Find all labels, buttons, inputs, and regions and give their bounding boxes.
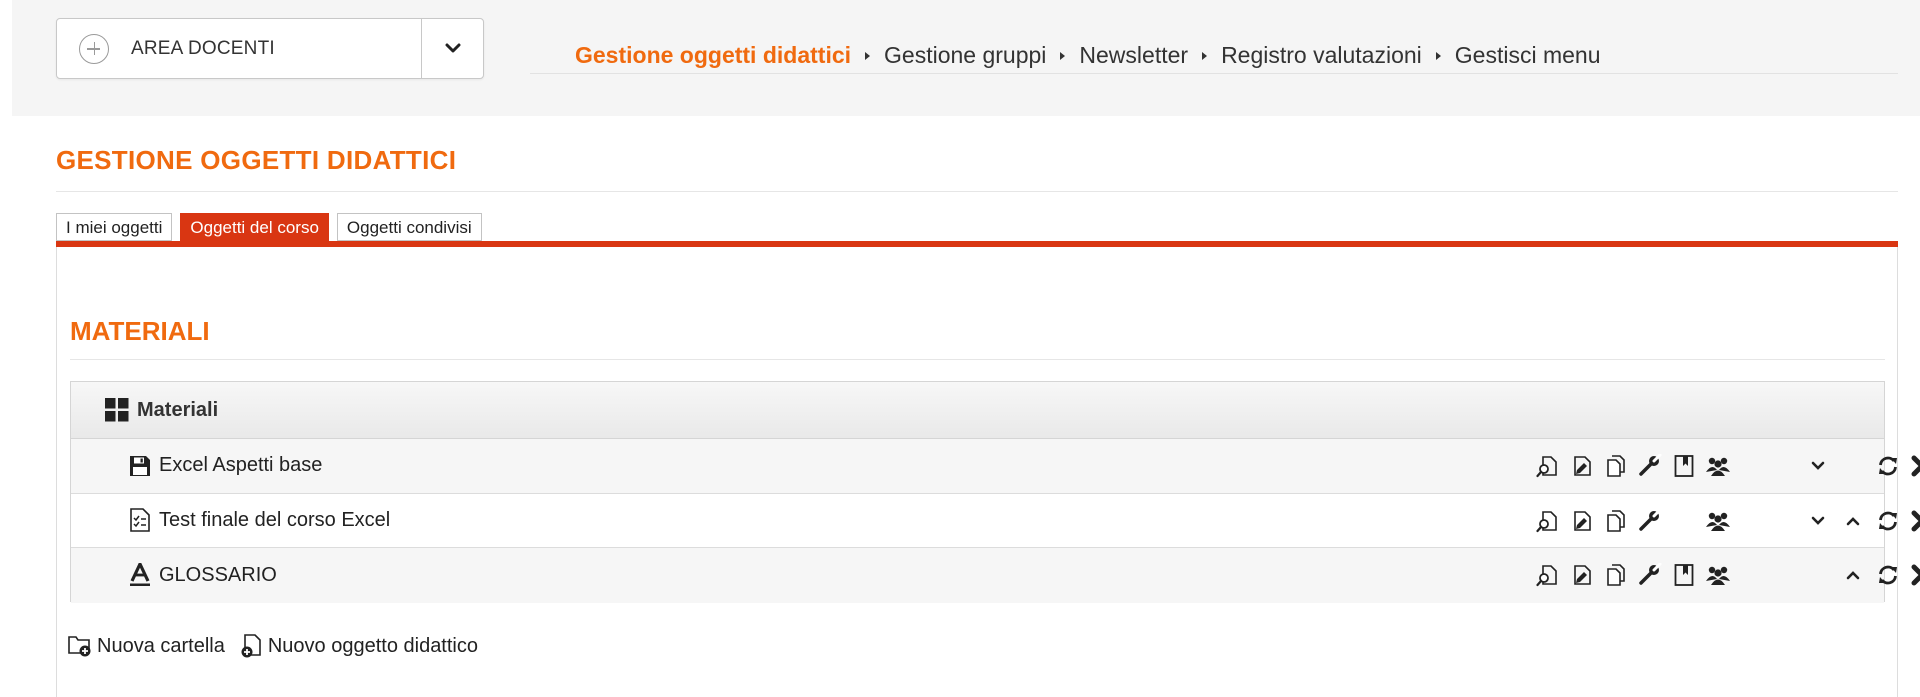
tab-i-miei-oggetti[interactable]: I miei oggetti xyxy=(56,213,173,241)
menu-newsletter[interactable]: Newsletter xyxy=(1079,42,1188,69)
move-up-icon[interactable] xyxy=(1840,508,1866,534)
edit-icon[interactable] xyxy=(1569,453,1595,479)
plus-circle-icon xyxy=(79,33,109,64)
preview-icon[interactable] xyxy=(1535,562,1561,588)
triangle-right-icon xyxy=(1060,51,1066,60)
tab-oggetti-condivisi[interactable]: Oggetti condivisi xyxy=(336,213,482,241)
menu-gestione-oggetti[interactable]: Gestione oggetti didattici xyxy=(575,42,851,69)
folder-header[interactable]: Materiali xyxy=(71,382,1884,439)
area-selector-label: AREA DOCENTI xyxy=(131,37,275,59)
section-title: MATERIALI xyxy=(70,316,210,346)
bookmark-icon[interactable] xyxy=(1671,562,1697,588)
menu-gestione-gruppi[interactable]: Gestione gruppi xyxy=(884,42,1046,69)
copy-icon[interactable] xyxy=(1603,562,1629,588)
edit-icon[interactable] xyxy=(1569,508,1595,534)
list-item: GLOSSARIO xyxy=(71,548,1920,603)
group-icon[interactable] xyxy=(1705,453,1731,479)
page-title: GESTIONE OGGETTI DIDATTICI xyxy=(56,145,457,175)
tab-oggetti-del-corso[interactable]: Oggetti del corso xyxy=(180,213,329,241)
new-object-label: Nuovo oggetto didattico xyxy=(267,634,478,657)
preview-icon[interactable] xyxy=(1535,508,1561,534)
delete-icon[interactable] xyxy=(1909,562,1920,588)
new-folder-button[interactable]: Nuova cartella xyxy=(68,634,225,658)
new-object-button[interactable]: Nuovo oggetto didattico xyxy=(239,633,478,659)
bookmark-icon[interactable] xyxy=(1671,453,1697,479)
divider xyxy=(70,359,1885,360)
refresh-icon[interactable] xyxy=(1875,562,1901,588)
preview-icon[interactable] xyxy=(1535,453,1561,479)
menu-gestisci-menu[interactable]: Gestisci menu xyxy=(1455,42,1601,69)
menu-registro-valutazioni[interactable]: Registro valutazioni xyxy=(1221,42,1422,69)
group-icon[interactable] xyxy=(1705,508,1731,534)
list-item: Excel Aspetti base xyxy=(71,439,1920,494)
new-folder-label: Nuova cartella xyxy=(97,634,225,657)
area-selector-toggle[interactable] xyxy=(421,19,483,78)
move-up-icon[interactable] xyxy=(1840,562,1866,588)
area-selector[interactable]: AREA DOCENTI xyxy=(56,18,484,79)
move-down-icon[interactable] xyxy=(1805,508,1831,534)
wrench-icon[interactable] xyxy=(1637,453,1663,479)
folder-actions: Nuova cartella Nuovo oggetto didattico xyxy=(68,633,492,659)
new-folder-icon xyxy=(68,636,91,657)
group-icon[interactable] xyxy=(1705,562,1731,588)
delete-icon[interactable] xyxy=(1909,453,1920,479)
copy-icon[interactable] xyxy=(1603,508,1629,534)
refresh-icon[interactable] xyxy=(1875,508,1901,534)
chevron-down-icon[interactable] xyxy=(1805,453,1831,479)
list-item: Test finale del corso Excel xyxy=(71,493,1920,548)
new-document-icon xyxy=(241,634,261,658)
chevron-down-icon xyxy=(445,43,460,53)
grid-icon xyxy=(105,398,129,422)
folder-name: Materiali xyxy=(137,398,219,421)
wrench-icon[interactable] xyxy=(1637,508,1663,534)
edit-icon[interactable] xyxy=(1569,562,1595,588)
refresh-icon[interactable] xyxy=(1875,453,1901,479)
copy-icon[interactable] xyxy=(1603,453,1629,479)
triangle-right-icon xyxy=(1435,51,1441,60)
wrench-icon[interactable] xyxy=(1637,562,1663,588)
folder-materiali: Materiali Excel Aspetti base Test finale… xyxy=(70,381,1920,603)
breadcrumb-menu: Gestione oggetti didattici Gestione grup… xyxy=(530,38,1898,74)
delete-icon[interactable] xyxy=(1909,508,1920,534)
triangle-right-icon xyxy=(865,51,871,60)
triangle-right-icon xyxy=(1202,51,1208,60)
divider xyxy=(56,191,1898,192)
tab-bar: I miei oggetti Oggetti del corso Oggetti… xyxy=(56,213,482,241)
